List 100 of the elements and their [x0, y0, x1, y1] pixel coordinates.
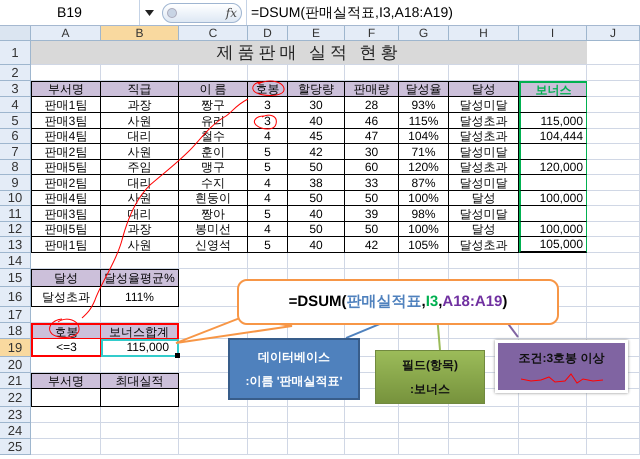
- header-cell: 부서명: [48, 375, 84, 387]
- row-number[interactable]: 7: [0, 144, 31, 160]
- table-cell: 5: [264, 208, 271, 220]
- table-cell: 120%: [408, 161, 439, 173]
- table-cell: 판매4팀: [44, 192, 88, 204]
- row-number[interactable]: 2: [0, 65, 31, 81]
- callout-formula: =DSUM(판매실적표,I3,A18:A19): [288, 292, 508, 312]
- table-cell: 47: [364, 130, 378, 142]
- row-number[interactable]: 16: [0, 287, 31, 307]
- column-letter[interactable]: F: [345, 26, 399, 41]
- header-cell: 달성율평균%: [104, 272, 175, 284]
- table-cell: 훈이: [201, 146, 225, 158]
- table-cell: 98%: [411, 208, 436, 220]
- formula-input[interactable]: =DSUM(판매실적표,I3,A18:A19): [246, 0, 640, 25]
- table-cell: 달성미달: [460, 176, 508, 188]
- row-number[interactable]: 21: [0, 373, 31, 389]
- table-cell: 40: [309, 238, 323, 250]
- table-cell: 달성초과: [460, 130, 508, 142]
- table-cell: 5: [264, 161, 271, 173]
- fill-handle-icon[interactable]: [175, 353, 180, 358]
- row-number[interactable]: 12: [0, 222, 31, 237]
- table-cell: 30: [364, 146, 378, 158]
- selected-cell: 115,000: [126, 341, 169, 353]
- row-number[interactable]: 24: [0, 423, 31, 439]
- table-cell: 111%: [125, 290, 154, 302]
- row-number[interactable]: 6: [0, 129, 31, 144]
- table-cell: 3: [264, 114, 271, 126]
- table-cell: 50: [309, 223, 323, 235]
- row-number[interactable]: 11: [0, 206, 31, 222]
- table-cell: 120,000: [540, 161, 583, 173]
- row-number[interactable]: 10: [0, 191, 31, 206]
- table-cell: 45: [309, 130, 323, 142]
- row-number[interactable]: 22: [0, 389, 31, 407]
- table-cell: 수지: [201, 176, 225, 188]
- table-cell: 93%: [411, 98, 436, 110]
- table-cell: 달성: [472, 192, 496, 204]
- column-letter[interactable]: J: [587, 26, 640, 41]
- column-header-cell: 호봉: [256, 83, 280, 95]
- column-letter[interactable]: H: [449, 26, 519, 41]
- table-cell: 4: [264, 192, 271, 204]
- note-text: :이름 '판매실적표': [245, 373, 343, 390]
- column-header-cell: 할당량: [298, 83, 334, 95]
- table-cell: 달성초과: [460, 161, 508, 173]
- table-cell: 71%: [411, 146, 436, 158]
- row-number[interactable]: 4: [0, 97, 31, 113]
- row-number[interactable]: 17: [0, 307, 31, 323]
- name-box[interactable]: B19: [0, 0, 140, 25]
- column-header-cell: 보너스: [536, 84, 572, 96]
- formula-button[interactable]: fx: [162, 2, 242, 22]
- row-number[interactable]: 18: [0, 323, 31, 339]
- row-number[interactable]: 8: [0, 160, 31, 175]
- note-text: 데이터베이스: [258, 349, 330, 366]
- row-number[interactable]: 23: [0, 407, 31, 423]
- table-cell: 사원: [128, 146, 152, 158]
- table-cell: 40: [309, 208, 323, 220]
- row-number[interactable]: 5: [0, 113, 31, 129]
- table-cell: 흰둥이: [195, 192, 231, 204]
- column-header-cell: 이 름: [199, 83, 227, 95]
- table-cell: 과장: [128, 98, 152, 110]
- column-letter[interactable]: A: [31, 26, 101, 41]
- table-cell: 115%: [408, 114, 438, 126]
- row-number[interactable]: 9: [0, 175, 31, 191]
- column-letter[interactable]: I: [519, 26, 587, 41]
- column-letter[interactable]: D: [248, 26, 288, 41]
- row-number[interactable]: 13: [0, 237, 31, 253]
- table-cell: 39: [364, 208, 378, 220]
- column-letter[interactable]: C: [179, 26, 248, 41]
- table-cell: 104,444: [540, 130, 583, 142]
- column-letter[interactable]: B: [101, 26, 179, 41]
- table-cell: 판매1팀: [44, 238, 88, 250]
- row-number[interactable]: 25: [0, 439, 31, 455]
- column-letter[interactable]: E: [288, 26, 345, 41]
- row-number[interactable]: 14: [0, 253, 31, 269]
- header-cell: 달성: [54, 272, 78, 284]
- table-cell: 판매1팀: [44, 98, 88, 110]
- table-cell: 판매5팀: [44, 223, 88, 235]
- column-header-cell: 부서명: [48, 83, 84, 95]
- row-number[interactable]: 1: [0, 41, 31, 65]
- table-cell: 50: [364, 223, 378, 235]
- table-cell: 40: [309, 114, 323, 126]
- table-cell: 50: [309, 161, 323, 173]
- table-cell: 46: [364, 114, 378, 126]
- select-all-corner[interactable]: [0, 26, 31, 41]
- column-header-cell: 달성율: [406, 83, 442, 95]
- table-cell: 대리: [128, 130, 152, 142]
- row-number[interactable]: 19: [0, 339, 31, 357]
- table-cell: 사원: [128, 238, 152, 250]
- row-number[interactable]: 15: [0, 269, 31, 287]
- table-cell: 5: [264, 146, 271, 158]
- header-cell: 최대실적: [116, 375, 164, 387]
- table-cell: 100%: [408, 192, 439, 204]
- table-cell: 판매2팀: [44, 146, 88, 158]
- table-cell: <=3: [56, 341, 77, 353]
- table-cell: 과장: [128, 223, 152, 235]
- dropdown-caret-icon[interactable]: [145, 10, 154, 16]
- table-cell: 105%: [408, 238, 439, 250]
- column-letter[interactable]: G: [399, 26, 449, 41]
- row-number[interactable]: 20: [0, 357, 31, 373]
- row-number[interactable]: 3: [0, 81, 31, 97]
- header-cell: 보너스합계: [109, 326, 169, 338]
